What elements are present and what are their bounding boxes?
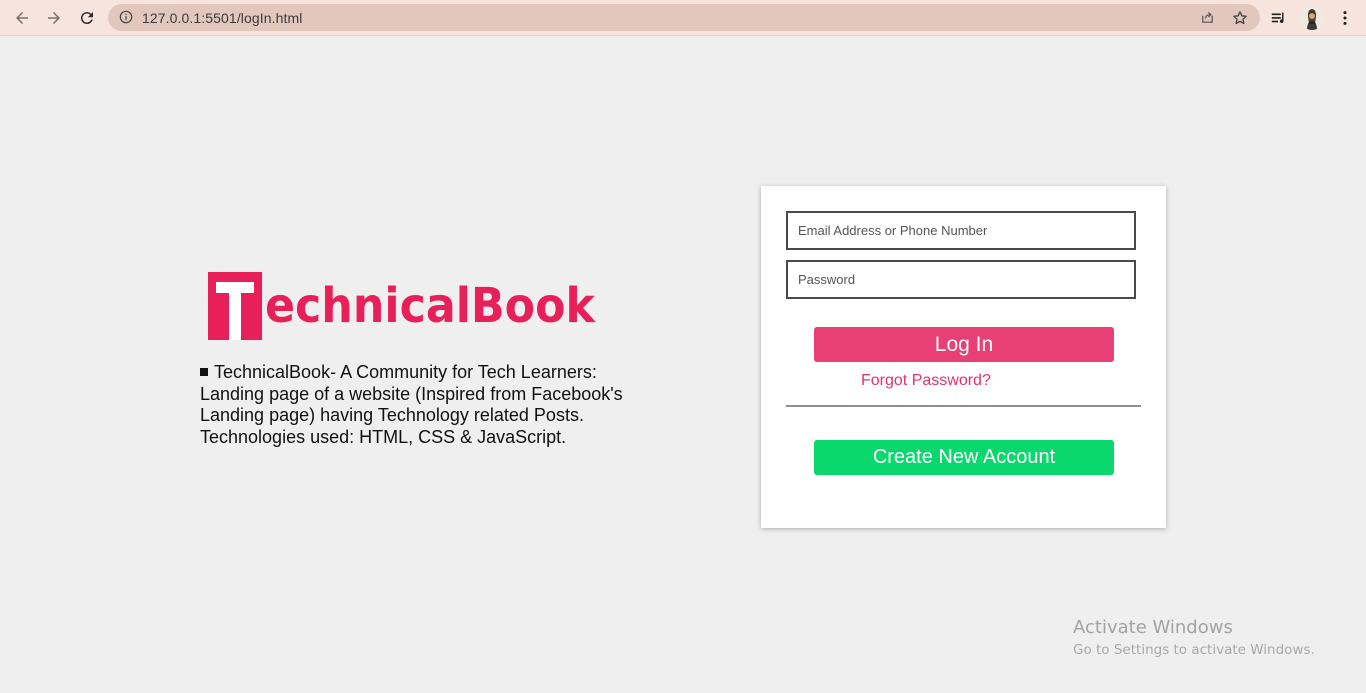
share-icon[interactable] [1199,9,1216,26]
windows-watermark-subtitle: Go to Settings to activate Windows. [1073,642,1315,658]
profile-avatar[interactable] [1300,6,1324,30]
password-input[interactable] [786,260,1136,299]
site-description: TechnicalBook- A Community for Tech Lear… [200,362,640,448]
reading-list-icon[interactable] [1267,6,1291,30]
address-bar[interactable]: 127.0.0.1:5501/logIn.html [108,4,1260,31]
login-button[interactable]: Log In [814,327,1114,362]
description-line: Landing page of a website (Inspired from… [200,383,623,404]
site-info-icon[interactable] [118,9,134,25]
browser-toolbar: 127.0.0.1:5501/logIn.html [0,0,1366,36]
forgot-password-link[interactable]: Forgot Password? [861,372,991,390]
divider [786,405,1141,407]
technicalbook-logo: echnicalBook [207,270,597,342]
create-account-button[interactable]: Create New Account [814,440,1114,475]
email-input[interactable] [786,211,1136,250]
reload-icon[interactable] [75,6,99,30]
bullet-square-icon [200,368,208,376]
description-line: Landing page) having Technology related … [200,405,584,425]
description-line: Technologies used: HTML, CSS & JavaScrip… [200,426,567,447]
url-text[interactable]: 127.0.0.1:5501/logIn.html [142,10,303,26]
windows-watermark-title: Activate Windows [1073,617,1233,638]
forward-arrow-icon[interactable] [42,6,66,30]
svg-text:echnicalBook: echnicalBook [265,278,596,334]
description-line: TechnicalBook- A Community for Tech Lear… [200,362,640,384]
more-vert-icon[interactable] [1333,6,1357,30]
back-arrow-icon[interactable] [10,6,34,30]
bookmark-star-icon[interactable] [1231,9,1248,26]
login-card: Log In Forgot Password? Create New Accou… [761,186,1166,528]
